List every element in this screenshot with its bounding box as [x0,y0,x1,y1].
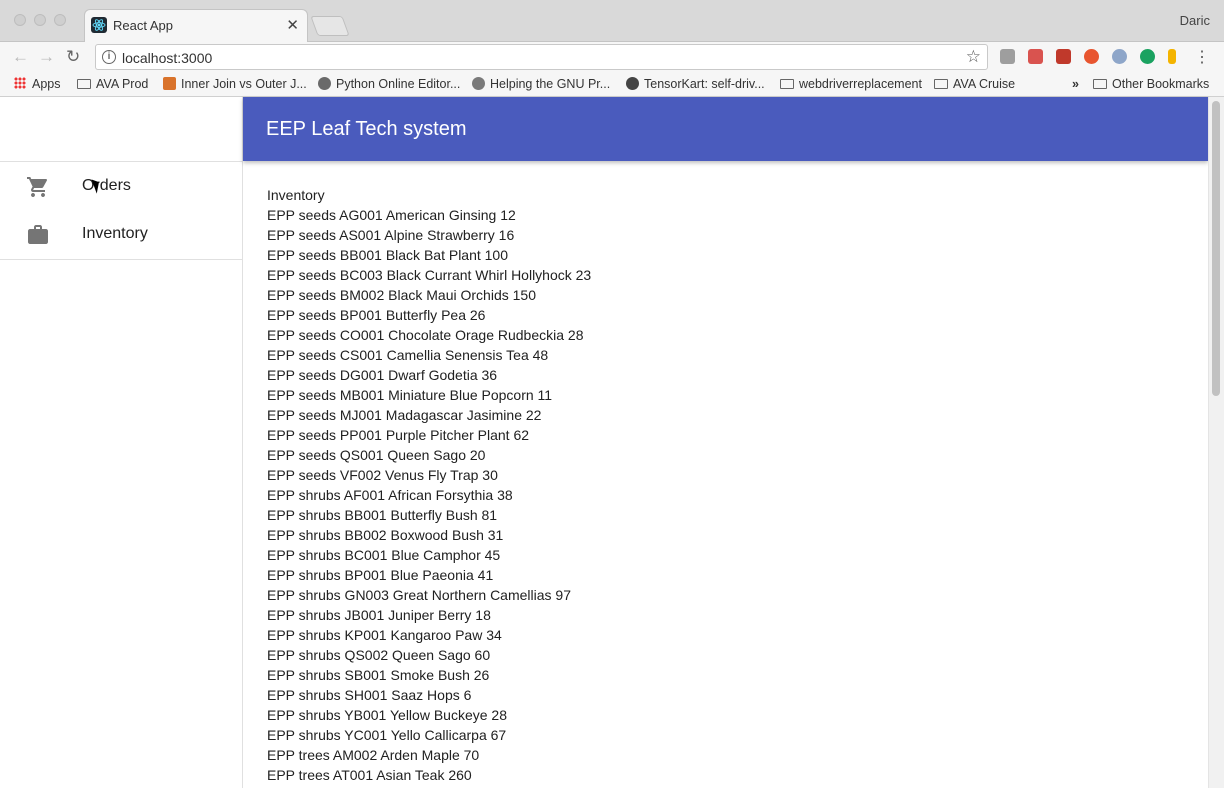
list-item: EPP seeds AG001 American Ginsing 12 [267,207,516,223]
site-favicon-icon [318,77,331,90]
bookmark-folder[interactable]: webdriverreplacement [780,77,922,91]
browser-menu-icon[interactable]: ⋮ [1194,47,1210,67]
nav-label-orders: Orders [82,177,131,194]
folder-icon [780,79,794,89]
page-scrollbar[interactable] [1208,97,1224,788]
tab-title: React App [113,18,173,33]
reload-icon[interactable]: ↻ [66,47,80,67]
address-bar[interactable]: i localhost:3000 ☆ [95,44,988,70]
forward-arrow-icon[interactable]: → [38,47,55,67]
window-zoom-button[interactable] [54,14,66,26]
address-url[interactable]: localhost:3000 [122,50,212,66]
apps-grid-icon [14,77,26,89]
browser-tab[interactable]: React App ✕ [84,9,308,42]
extension-icon[interactable] [1168,49,1176,64]
app-bar: EEP Leaf Tech system [243,97,1208,161]
list-item: EPP shrubs BC001 Blue Camphor 45 [267,547,501,563]
window-close-button[interactable] [14,14,26,26]
inventory-list: EPP seeds AG001 American Ginsing 12 EPP … [267,205,1167,785]
nav-drawer: Orders Inventory [0,97,243,788]
back-arrow-icon[interactable]: ← [12,47,29,67]
list-item: EPP seeds QS001 Queen Sago 20 [267,447,486,463]
eye-icon [626,77,639,90]
list-item: EPP seeds BM002 Black Maui Orchids 150 [267,287,536,303]
bookmark-item[interactable]: TensorKart: self-driv... [626,77,765,91]
window-minimize-button[interactable] [34,14,46,26]
drawer-header [0,97,242,162]
extension-icon[interactable] [1084,49,1099,64]
list-item: EPP seeds AS001 Alpine Strawberry 16 [267,227,515,243]
folder-icon [934,79,948,89]
list-item: EPP seeds MB001 Miniature Blue Popcorn 1… [267,387,553,403]
list-item: EPP shrubs YC001 Yello Callicarpa 67 [267,727,507,743]
nav-label-inventory: Inventory [82,225,148,242]
app-root: Orders Inventory EEP Leaf Tech system In… [0,97,1208,788]
list-item: EPP seeds BP001 Butterfly Pea 26 [267,307,486,323]
extension-icon[interactable] [1056,49,1071,64]
bookmark-item[interactable]: Helping the GNU Pr... [472,77,610,91]
briefcase-icon [26,223,50,247]
bookmark-item[interactable]: Python Online Editor... [318,77,460,91]
new-tab-button[interactable] [310,16,350,36]
list-item: EPP seeds MJ001 Madagascar Jasimine 22 [267,407,542,423]
inventory-heading: Inventory [267,187,325,203]
list-item: EPP trees AM002 Arden Maple 70 [267,747,480,763]
list-item: EPP seeds BB001 Black Bat Plant 100 [267,247,509,263]
list-item: EPP seeds CS001 Camellia Senensis Tea 48 [267,347,549,363]
gnu-head-icon [472,77,485,90]
extension-icon[interactable] [1112,49,1127,64]
list-item: EPP shrubs BB002 Boxwood Bush 31 [267,527,504,543]
list-item: EPP shrubs AF001 African Forsythia 38 [267,487,513,503]
bookmark-folder[interactable]: AVA Cruise [934,77,1015,91]
bookmarks-overflow-chevron-icon[interactable]: » [1072,77,1079,91]
profile-name[interactable]: Daric [1180,13,1210,28]
bookmark-other-folder[interactable]: Other Bookmarks [1093,77,1209,91]
list-item: EPP shrubs YB001 Yellow Buckeye 28 [267,707,507,723]
list-item: EPP seeds PP001 Purple Pitcher Plant 62 [267,427,530,443]
browser-toolbar: ← → ↻ i localhost:3000 ☆ ⋮ [0,42,1224,72]
drawer-divider [0,259,242,260]
list-item: EPP trees AT001 Asian Teak 260 [267,767,472,783]
bookmark-folder[interactable]: AVA Prod [77,77,148,91]
inventory-panel: Inventory EPP seeds AG001 American Ginsi… [267,185,1167,785]
grammarly-icon[interactable] [1140,49,1155,64]
bookmark-star-icon[interactable]: ☆ [966,47,981,67]
list-item: EPP shrubs BB001 Butterfly Bush 81 [267,507,498,523]
nav-item-orders[interactable]: Orders [0,163,242,211]
folder-icon [1093,79,1107,89]
react-favicon-icon [91,17,107,33]
app-title: EEP Leaf Tech system [266,118,467,140]
list-item: EPP shrubs QS002 Queen Sago 60 [267,647,491,663]
list-item: EPP shrubs SH001 Saaz Hops 6 [267,687,472,703]
extension-icon[interactable] [1000,49,1015,64]
list-item: EPP shrubs GN003 Great Northern Camellia… [267,587,571,603]
tab-close-icon[interactable]: ✕ [286,16,299,34]
folder-icon [77,79,91,89]
list-item: EPP shrubs KP001 Kangaroo Paw 34 [267,627,502,643]
list-item: EPP seeds BC003 Black Currant Whirl Holl… [267,267,592,283]
bookmark-item[interactable]: Inner Join vs Outer J... [163,77,307,91]
bookmarks-bar: Apps AVA Prod Inner Join vs Outer J... P… [0,72,1224,97]
nav-item-inventory[interactable]: Inventory [0,211,242,259]
scrollbar-thumb[interactable] [1212,101,1220,396]
cart-icon [26,175,50,199]
list-item: EPP seeds DG001 Dwarf Godetia 36 [267,367,498,383]
list-item: EPP shrubs SB001 Smoke Bush 26 [267,667,490,683]
bookmark-apps[interactable]: Apps [14,77,61,91]
list-item: EPP seeds CO001 Chocolate Orage Rudbecki… [267,327,584,343]
cors-extension-icon[interactable] [1028,49,1043,64]
info-icon[interactable]: i [102,50,116,64]
list-item: EPP seeds VF002 Venus Fly Trap 30 [267,467,498,483]
list-item: EPP shrubs JB001 Juniper Berry 18 [267,607,491,623]
list-item: EPP shrubs BP001 Blue Paeonia 41 [267,567,494,583]
browser-tab-strip: React App ✕ Daric [0,0,1224,42]
site-favicon-icon [163,77,176,90]
